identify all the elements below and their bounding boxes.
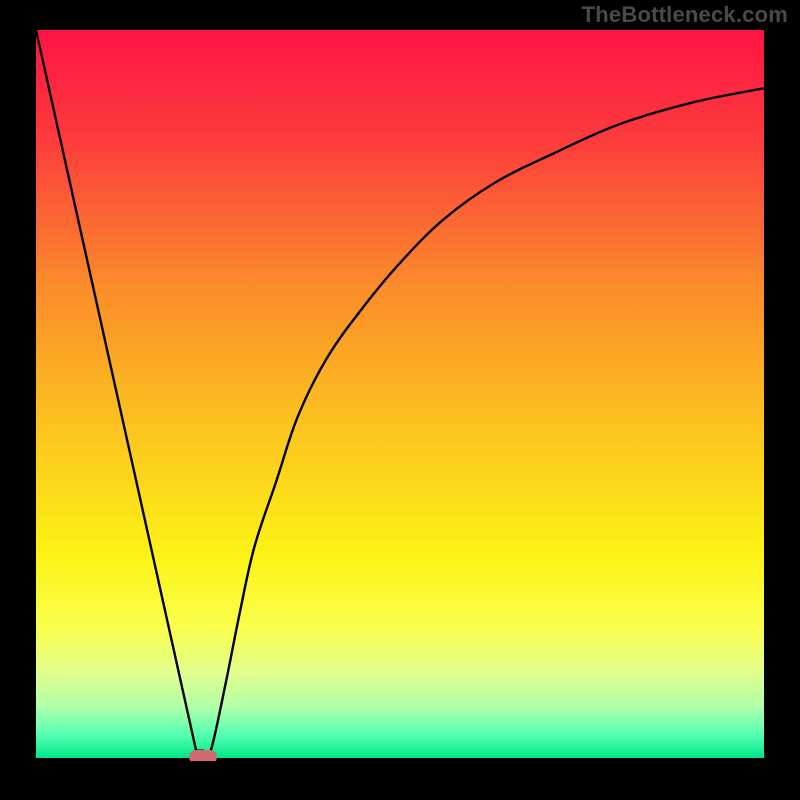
watermark-text: TheBottleneck.com — [582, 2, 788, 28]
chart-frame: TheBottleneck.com — [0, 0, 800, 800]
plot-area — [36, 30, 764, 764]
bottleneck-curve — [36, 30, 764, 758]
axis-baseline — [36, 761, 764, 764]
